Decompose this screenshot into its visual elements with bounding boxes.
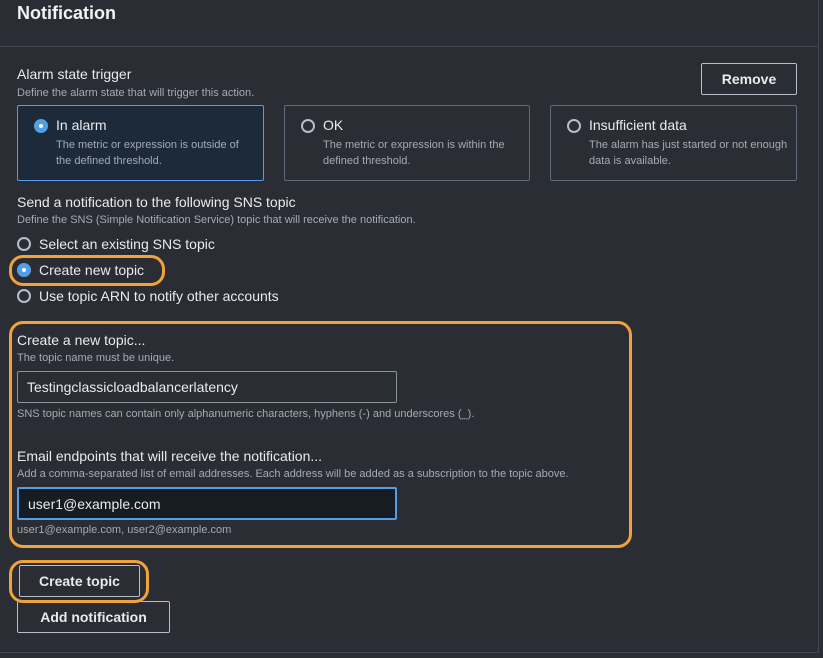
panel-header: Notification bbox=[0, 0, 819, 47]
alarm-option-title: OK bbox=[323, 117, 344, 133]
radio-existing-topic[interactable] bbox=[17, 237, 31, 251]
alarm-option-description: The alarm has just started or not enough… bbox=[589, 139, 788, 167]
alarm-option-title: Insufficient data bbox=[589, 117, 687, 133]
sns-description: Define the SNS (Simple Notification Serv… bbox=[17, 214, 416, 226]
page-title: Notification bbox=[17, 3, 116, 23]
alarm-option-description: The metric or expression is outside of t… bbox=[56, 139, 239, 167]
create-topic-button[interactable]: Create topic bbox=[19, 565, 140, 597]
alarm-option-insufficient-data[interactable]: Insufficient data The alarm has just sta… bbox=[550, 105, 797, 181]
option-create-new-topic-label[interactable]: Create new topic bbox=[39, 262, 144, 278]
new-topic-description: The topic name must be unique. bbox=[17, 352, 175, 364]
alarm-option-ok[interactable]: OK The metric or expression is within th… bbox=[284, 105, 530, 181]
radio-in-alarm[interactable] bbox=[34, 119, 48, 133]
email-endpoints-label: Email endpoints that will receive the no… bbox=[17, 448, 323, 464]
option-topic-arn-label[interactable]: Use topic ARN to notify other accounts bbox=[39, 288, 279, 304]
add-notification-button[interactable]: Add notification bbox=[17, 601, 170, 633]
email-endpoints-description: Add a comma-separated list of email addr… bbox=[17, 468, 569, 480]
email-endpoints-input[interactable]: user1@example.com bbox=[17, 487, 397, 520]
option-existing-topic-label[interactable]: Select an existing SNS topic bbox=[39, 236, 215, 252]
new-topic-label: Create a new topic... bbox=[17, 332, 146, 348]
topic-name-input[interactable]: Testingclassicloadbalancerlatency bbox=[17, 371, 397, 403]
radio-insufficient-data[interactable] bbox=[567, 119, 581, 133]
radio-ok[interactable] bbox=[301, 119, 315, 133]
topic-name-hint: SNS topic names can contain only alphanu… bbox=[17, 408, 475, 420]
alarm-option-description: The metric or expression is within the d… bbox=[323, 139, 505, 167]
alarm-option-title: In alarm bbox=[56, 117, 107, 133]
alarm-trigger-description: Define the alarm state that will trigger… bbox=[17, 87, 255, 99]
notification-panel: Notification Alarm state trigger Define … bbox=[0, 0, 819, 653]
alarm-trigger-label: Alarm state trigger bbox=[17, 66, 132, 82]
radio-create-new-topic[interactable] bbox=[17, 263, 31, 277]
email-endpoints-hint: user1@example.com, user2@example.com bbox=[17, 524, 232, 536]
remove-button[interactable]: Remove bbox=[701, 63, 797, 95]
radio-topic-arn[interactable] bbox=[17, 289, 31, 303]
alarm-option-in-alarm[interactable]: In alarm The metric or expression is out… bbox=[17, 105, 264, 181]
sns-label: Send a notification to the following SNS… bbox=[17, 194, 296, 210]
